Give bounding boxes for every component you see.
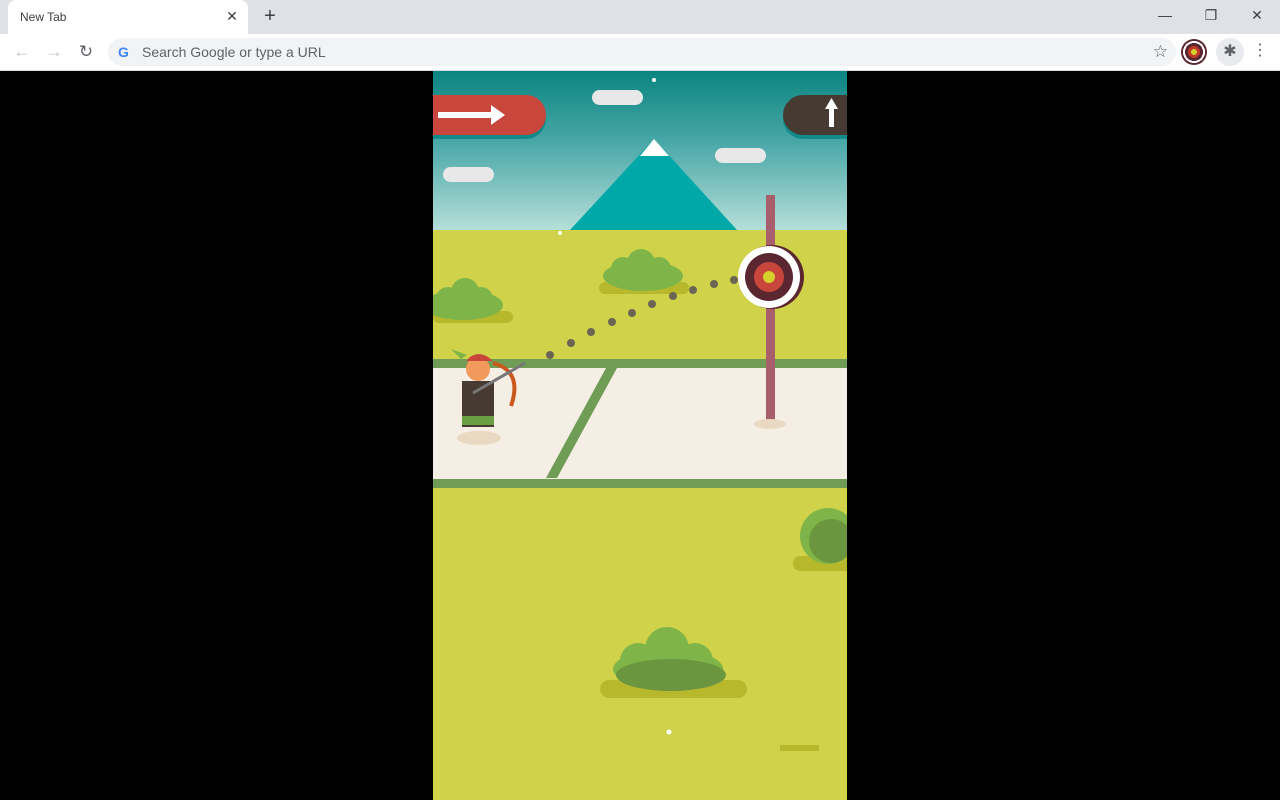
archery-extension-icon[interactable] <box>1181 39 1207 65</box>
tab-strip: New Tab ✕ + — ❐ ✕ <box>0 0 1280 34</box>
tab-new-tab[interactable]: New Tab ✕ <box>8 0 248 34</box>
bush <box>600 627 747 698</box>
tab-title: New Tab <box>20 10 67 24</box>
archer <box>451 349 526 445</box>
omnibox[interactable]: G Search Google or type a URL ☆ <box>108 38 1176 66</box>
bush <box>793 508 847 571</box>
reload-button[interactable]: ↻ <box>74 41 98 63</box>
omnibox-input[interactable]: Search Google or type a URL <box>142 44 326 60</box>
browser-menu-icon[interactable]: ⋮ <box>1252 40 1268 62</box>
restore-button[interactable]: ❐ <box>1196 4 1226 26</box>
target-pole <box>766 195 775 425</box>
extensions-puzzle-icon[interactable]: ✱ <box>1216 38 1244 66</box>
close-tab-icon[interactable]: ✕ <box>224 8 240 24</box>
bookmark-star-icon[interactable]: ☆ <box>1153 42 1168 62</box>
new-tab-button[interactable]: + <box>260 6 280 26</box>
back-button[interactable]: ← <box>10 41 34 63</box>
game-canvas[interactable] <box>433 71 847 800</box>
close-window-button[interactable]: ✕ <box>1242 4 1272 26</box>
target <box>738 245 804 309</box>
browser-toolbar: ← → ↻ G Search Google or type a URL ☆ ✱ … <box>0 34 1280 71</box>
minimize-button[interactable]: — <box>1150 4 1180 26</box>
forward-button[interactable]: → <box>42 41 66 63</box>
lane-overlay <box>451 195 847 751</box>
google-icon: G <box>118 44 129 60</box>
